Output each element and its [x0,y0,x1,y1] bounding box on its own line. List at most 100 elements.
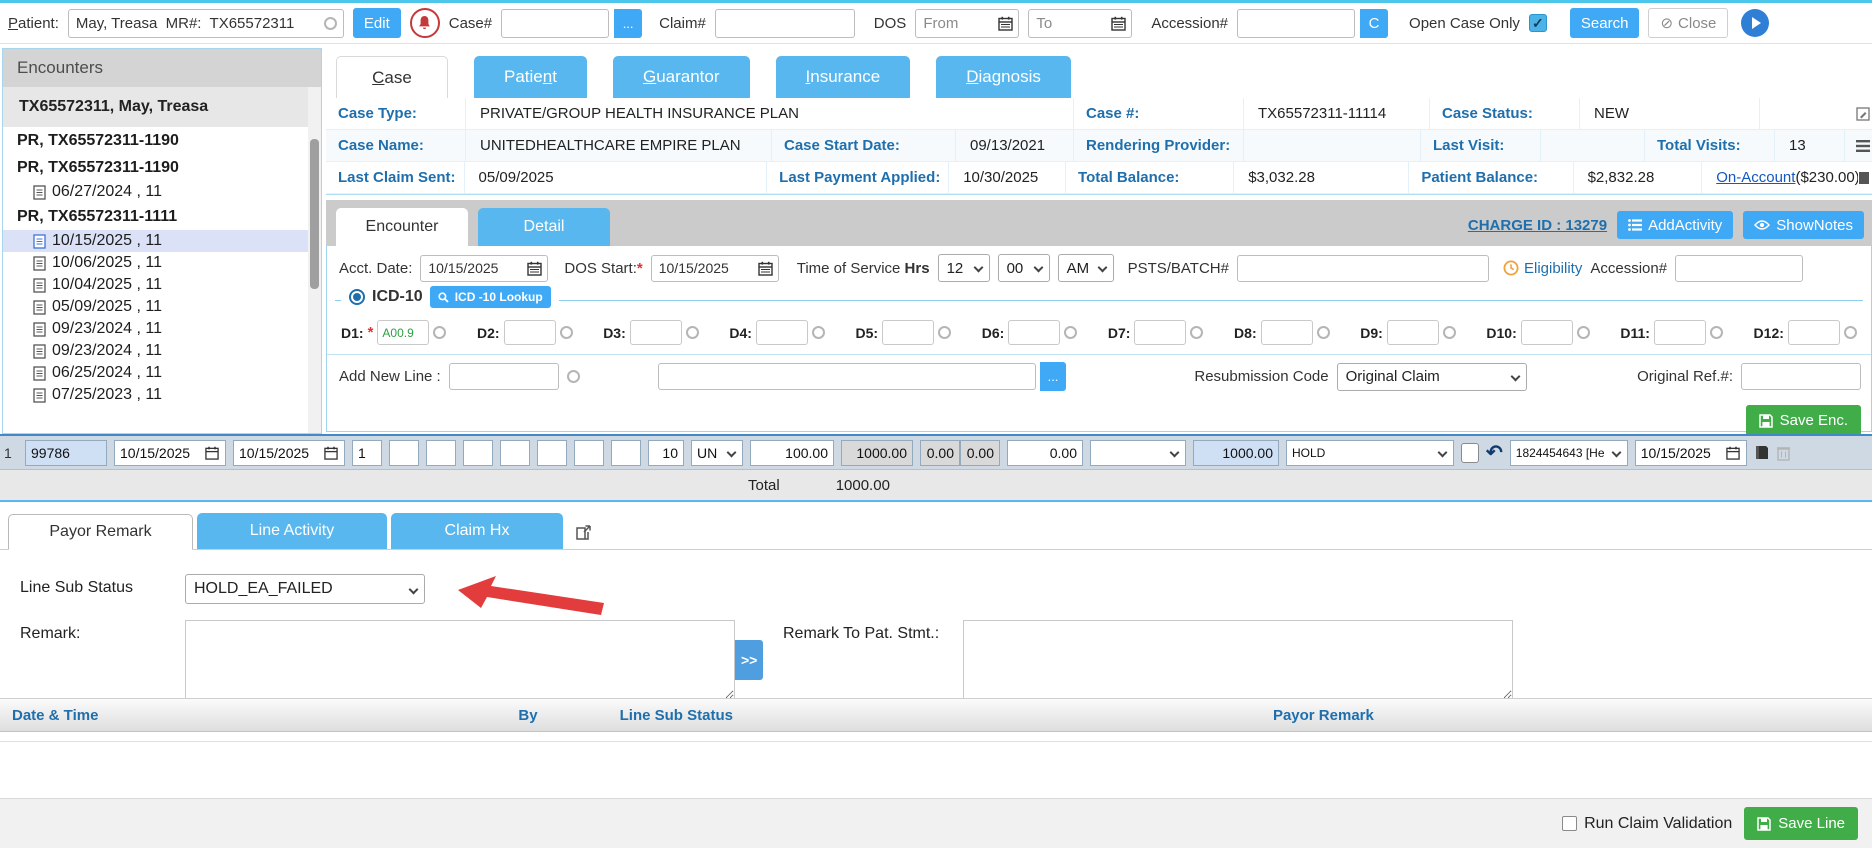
claim-number-input[interactable] [715,9,855,38]
calendar-icon[interactable] [998,16,1013,31]
tab-case[interactable]: Case [336,56,448,98]
save-line-button[interactable]: Save Line [1744,807,1858,840]
line-sub-status-select[interactable]: HOLD_EA_FAILED [185,574,425,604]
patient-ring-icon[interactable] [324,17,337,30]
tab-payor-remark[interactable]: Payor Remark [8,514,193,550]
paid-amount-cell[interactable]: 0.00 [1007,440,1083,466]
modifier-cell[interactable] [537,440,567,466]
dx-input[interactable] [1387,320,1439,345]
dx-ring-icon[interactable] [1064,326,1077,339]
case-lookup-button[interactable]: ... [614,9,642,38]
dx-ring-icon[interactable] [433,326,446,339]
adjustment-cell[interactable]: 0.00 [920,440,960,466]
patient-input[interactable] [68,9,344,38]
adjustment-code-select[interactable] [1090,440,1186,466]
detail-accession-input[interactable] [1675,255,1803,282]
icd10-lookup-button[interactable]: ICD -10 Lookup [430,286,551,308]
dx-input[interactable] [1261,320,1313,345]
dx-ring-icon[interactable] [560,326,573,339]
tab-detail[interactable]: Detail [478,208,610,246]
encounter-item[interactable]: 05/09/2025 , 11 [3,296,321,318]
units-cell[interactable]: 1 [352,440,382,466]
dx-ring-icon[interactable] [1710,326,1723,339]
encounter-group[interactable]: PR, TX65572311-1190 [3,127,321,154]
qty-cell[interactable]: 10 [648,440,684,466]
modifier-cell[interactable] [389,440,419,466]
dx-input[interactable] [377,320,429,345]
dx-ring-icon[interactable] [1443,326,1456,339]
encounter-group[interactable]: PR, TX65572311-1111 [3,203,321,230]
dx-ring-icon[interactable] [1190,326,1203,339]
modifier-cell[interactable] [574,440,604,466]
line-date-cell[interactable]: 10/15/2025 [1635,440,1747,466]
dx-input[interactable] [1134,320,1186,345]
calendar-icon[interactable] [205,446,219,460]
ampm-select[interactable]: AM [1058,254,1114,282]
remark-textarea[interactable] [185,620,735,700]
calendar-icon[interactable] [758,261,773,276]
tab-diagnosis[interactable]: Diagnosis [936,56,1071,98]
tab-patient[interactable]: Patient [474,56,587,98]
add-activity-button[interactable]: AddActivity [1617,211,1733,239]
charge-amount-cell[interactable]: 1000.00 [841,440,913,466]
resubmission-code-select[interactable]: Original Claim [1337,363,1528,391]
encounters-patient-node[interactable]: TX65572311, May, Treasa [3,87,321,127]
eligibility-link[interactable]: Eligibility [1503,260,1582,277]
accession-c-button[interactable]: C [1360,9,1388,38]
encounter-item[interactable]: 06/25/2024 , 11 [3,362,321,384]
dx-input[interactable] [1008,320,1060,345]
adjustment-cell[interactable]: 0.00 [960,440,1000,466]
line-status-select[interactable]: HOLD [1286,440,1454,466]
cpt-code-cell[interactable]: 99786 [25,440,107,466]
close-button[interactable]: ⊘ Close [1648,8,1728,38]
tab-encounter[interactable]: Encounter [336,208,468,246]
row-doc-icon[interactable] [1858,171,1872,185]
add-line-lookup-button[interactable]: ... [1040,362,1067,391]
next-play-button[interactable] [1741,9,1769,37]
encounter-item[interactable]: 09/23/2024 , 11 [3,318,321,340]
tab-claim-hx[interactable]: Claim Hx [391,513,563,549]
open-case-only-checkbox[interactable]: ✓ [1529,14,1547,32]
accession-input[interactable] [1237,9,1355,38]
forward-remark-button[interactable]: >> [735,640,763,680]
modifier-cell[interactable] [463,440,493,466]
line-dos-from-cell[interactable]: 10/15/2025 [114,440,226,466]
line-dos-to-cell[interactable]: 10/15/2025 [233,440,345,466]
save-encounter-button[interactable]: Save Enc. [1746,405,1861,436]
encounter-group[interactable]: PR, TX65572311-1190 [3,154,321,181]
icd10-radio[interactable] [349,289,365,305]
calendar-icon[interactable] [324,446,338,460]
original-ref-input[interactable] [1741,363,1861,390]
dx-input[interactable] [1654,320,1706,345]
encounter-item-selected[interactable]: 10/15/2025 , 11 [3,230,321,252]
fee-cell[interactable]: 100.00 [750,440,834,466]
row-edit-icon[interactable] [1760,107,1872,121]
modifier-cell[interactable] [611,440,641,466]
psts-batch-input[interactable] [1237,255,1489,282]
dx-input[interactable] [882,320,934,345]
hours-select[interactable]: 12 [938,254,990,282]
dx-input[interactable] [756,320,808,345]
dx-ring-icon[interactable] [686,326,699,339]
add-line-ring-icon[interactable] [567,370,580,383]
dx-input[interactable] [630,320,682,345]
calendar-icon[interactable] [1111,16,1126,31]
dx-input[interactable] [1788,320,1840,345]
charge-id-link[interactable]: CHARGE ID : 13279 [1468,217,1607,234]
line-checkbox[interactable] [1461,443,1479,463]
tab-guarantor[interactable]: Guarantor [613,56,750,98]
encounters-scrollbar[interactable] [308,87,321,433]
modifier-cell[interactable] [500,440,530,466]
dx-input[interactable] [1521,320,1573,345]
edit-button[interactable]: Edit [353,8,401,38]
notes-book-icon[interactable] [1754,444,1770,461]
external-link-icon[interactable] [575,524,592,541]
add-new-line-code-input[interactable] [449,363,559,390]
unit-type-select[interactable]: UN [691,440,743,466]
show-notes-button[interactable]: ShowNotes [1743,211,1864,239]
claim-ref-select[interactable]: 1824454643 [He [1510,440,1628,466]
calendar-icon[interactable] [1726,446,1740,460]
dx-input[interactable] [504,320,556,345]
row-menu-icon[interactable] [1845,140,1872,152]
delete-trash-icon[interactable] [1777,445,1790,461]
